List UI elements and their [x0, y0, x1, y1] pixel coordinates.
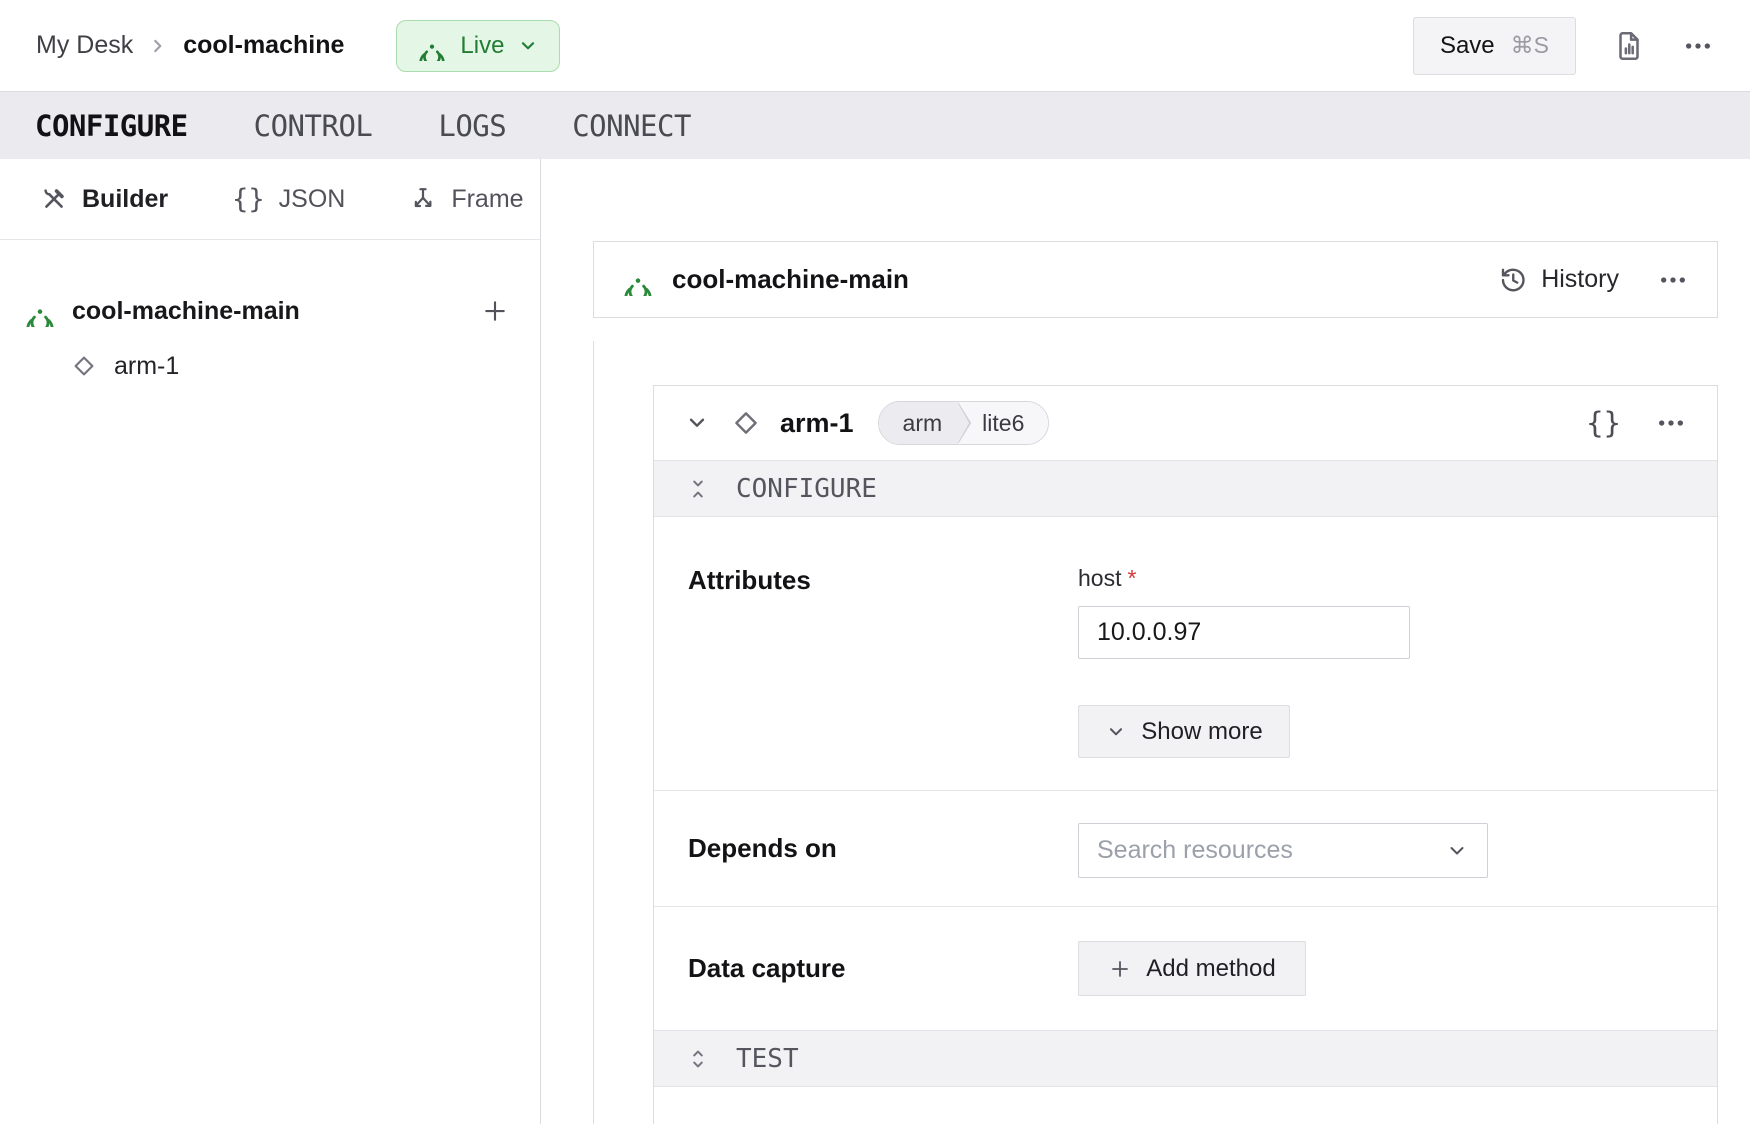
save-button-label: Save [1440, 32, 1495, 60]
json-braces-button[interactable]: {} [1586, 409, 1621, 438]
save-shortcut: ⌘S [1511, 32, 1549, 59]
add-method-button[interactable]: Add method [1078, 941, 1306, 996]
hammer-wrench-icon [40, 185, 68, 213]
host-field-label: host [1078, 565, 1121, 591]
depends-on-label: Depends on [688, 823, 1078, 906]
history-button[interactable]: History [1498, 265, 1619, 295]
view-tab-builder[interactable]: Builder [40, 185, 168, 214]
view-switcher: Builder {} JSON Frame [0, 159, 540, 240]
frame-axes-icon [409, 185, 437, 213]
attributes-row: Attributes host* Show more [654, 517, 1717, 790]
view-tab-json-label: JSON [279, 185, 346, 214]
tree-root-row[interactable]: cool-machine-main [0, 284, 540, 338]
expand-vertical-icon [686, 1047, 710, 1071]
chevron-right-icon [147, 35, 169, 57]
braces-icon: {} [1586, 406, 1621, 440]
top-bar-actions: Save ⌘S [1413, 17, 1714, 75]
show-more-label: Show more [1141, 718, 1262, 746]
tab-logs[interactable]: LOGS [438, 109, 506, 143]
data-capture-label: Data capture [688, 953, 1078, 984]
live-status-button[interactable]: Live [396, 20, 560, 72]
tree-root-label: cool-machine-main [72, 297, 300, 326]
tree-child-row[interactable]: arm-1 [0, 338, 540, 394]
tree-connector-line [593, 341, 594, 1124]
depends-on-select[interactable] [1078, 823, 1488, 878]
machine-signal-icon [622, 264, 654, 296]
show-more-button[interactable]: Show more [1078, 705, 1290, 758]
group-card-menu-button[interactable] [1657, 264, 1689, 296]
plus-icon [480, 296, 510, 326]
required-asterisk: * [1127, 565, 1136, 591]
live-status-label: Live [460, 32, 504, 60]
collapse-vertical-icon [686, 477, 710, 501]
diamond-component-icon [730, 407, 762, 439]
ellipsis-icon [1657, 264, 1689, 296]
view-tab-json[interactable]: {} JSON [232, 185, 345, 214]
collapse-chevron-icon[interactable] [684, 410, 710, 436]
chevron-down-icon [1105, 721, 1127, 743]
sidebar: Builder {} JSON Frame [0, 159, 541, 1124]
test-section-bar[interactable]: TEST [654, 1030, 1717, 1087]
resource-menu-button[interactable] [1655, 407, 1687, 439]
resource-header-actions: {} [1586, 407, 1687, 439]
configure-section-bar[interactable]: CONFIGURE [654, 460, 1717, 517]
attributes-fields: host* Show more [1078, 565, 1410, 790]
search-resources-input[interactable] [1097, 836, 1445, 865]
resource-card: arm-1 arm lite6 {} CONFIGURE [653, 385, 1718, 1124]
ellipsis-icon [1682, 30, 1714, 62]
tab-configure[interactable]: CONFIGURE [35, 109, 188, 143]
add-method-label: Add method [1146, 955, 1275, 983]
machine-signal-icon [417, 31, 447, 61]
depends-on-row: Depends on [654, 790, 1717, 906]
header-menu-button[interactable] [1682, 30, 1714, 62]
badge-type-segment: arm [879, 402, 959, 444]
plus-icon [1108, 957, 1132, 981]
view-tab-builder-label: Builder [82, 185, 168, 214]
tab-control[interactable]: CONTROL [254, 109, 373, 143]
badge-model-segment: lite6 [958, 402, 1048, 444]
app-window: My Desk cool-machine Live Save ⌘S [0, 0, 1750, 1124]
group-card-title: cool-machine-main [672, 264, 909, 295]
resource-title: arm-1 [780, 408, 854, 439]
ellipsis-icon [1655, 407, 1687, 439]
breadcrumb-parent[interactable]: My Desk [36, 31, 133, 60]
chevron-down-icon [1445, 839, 1469, 863]
file-chart-icon [1612, 29, 1646, 63]
data-capture-row: Data capture Add method [654, 906, 1717, 1030]
history-clock-icon [1498, 265, 1528, 295]
add-resource-button[interactable] [480, 296, 510, 326]
host-input[interactable] [1078, 606, 1410, 659]
chevron-down-icon [517, 35, 539, 57]
save-button[interactable]: Save ⌘S [1413, 17, 1576, 75]
tab-connect[interactable]: CONNECT [572, 109, 691, 143]
breadcrumb-current[interactable]: cool-machine [183, 31, 344, 60]
view-tab-frame[interactable]: Frame [409, 185, 523, 214]
view-tab-frame-label: Frame [451, 185, 523, 214]
resource-tree: cool-machine-main arm-1 [0, 240, 540, 394]
test-section-label: TEST [736, 1044, 799, 1074]
diamond-component-icon [70, 352, 98, 380]
tree-child-label: arm-1 [114, 352, 179, 381]
resource-type-badge: arm lite6 [878, 401, 1050, 445]
machine-signal-icon [24, 295, 56, 327]
top-bar: My Desk cool-machine Live Save ⌘S [0, 0, 1750, 91]
host-field-label-line: host* [1078, 565, 1410, 592]
resource-card-header: arm-1 arm lite6 {} [654, 386, 1717, 460]
braces-icon: {} [232, 186, 265, 213]
configure-section-label: CONFIGURE [736, 474, 877, 504]
main-tab-bar: CONFIGURE CONTROL LOGS CONNECT [0, 91, 1750, 159]
group-card-header: cool-machine-main History [593, 241, 1718, 318]
history-label: History [1541, 265, 1619, 294]
report-file-button[interactable] [1612, 29, 1646, 63]
attributes-label: Attributes [688, 565, 1078, 790]
